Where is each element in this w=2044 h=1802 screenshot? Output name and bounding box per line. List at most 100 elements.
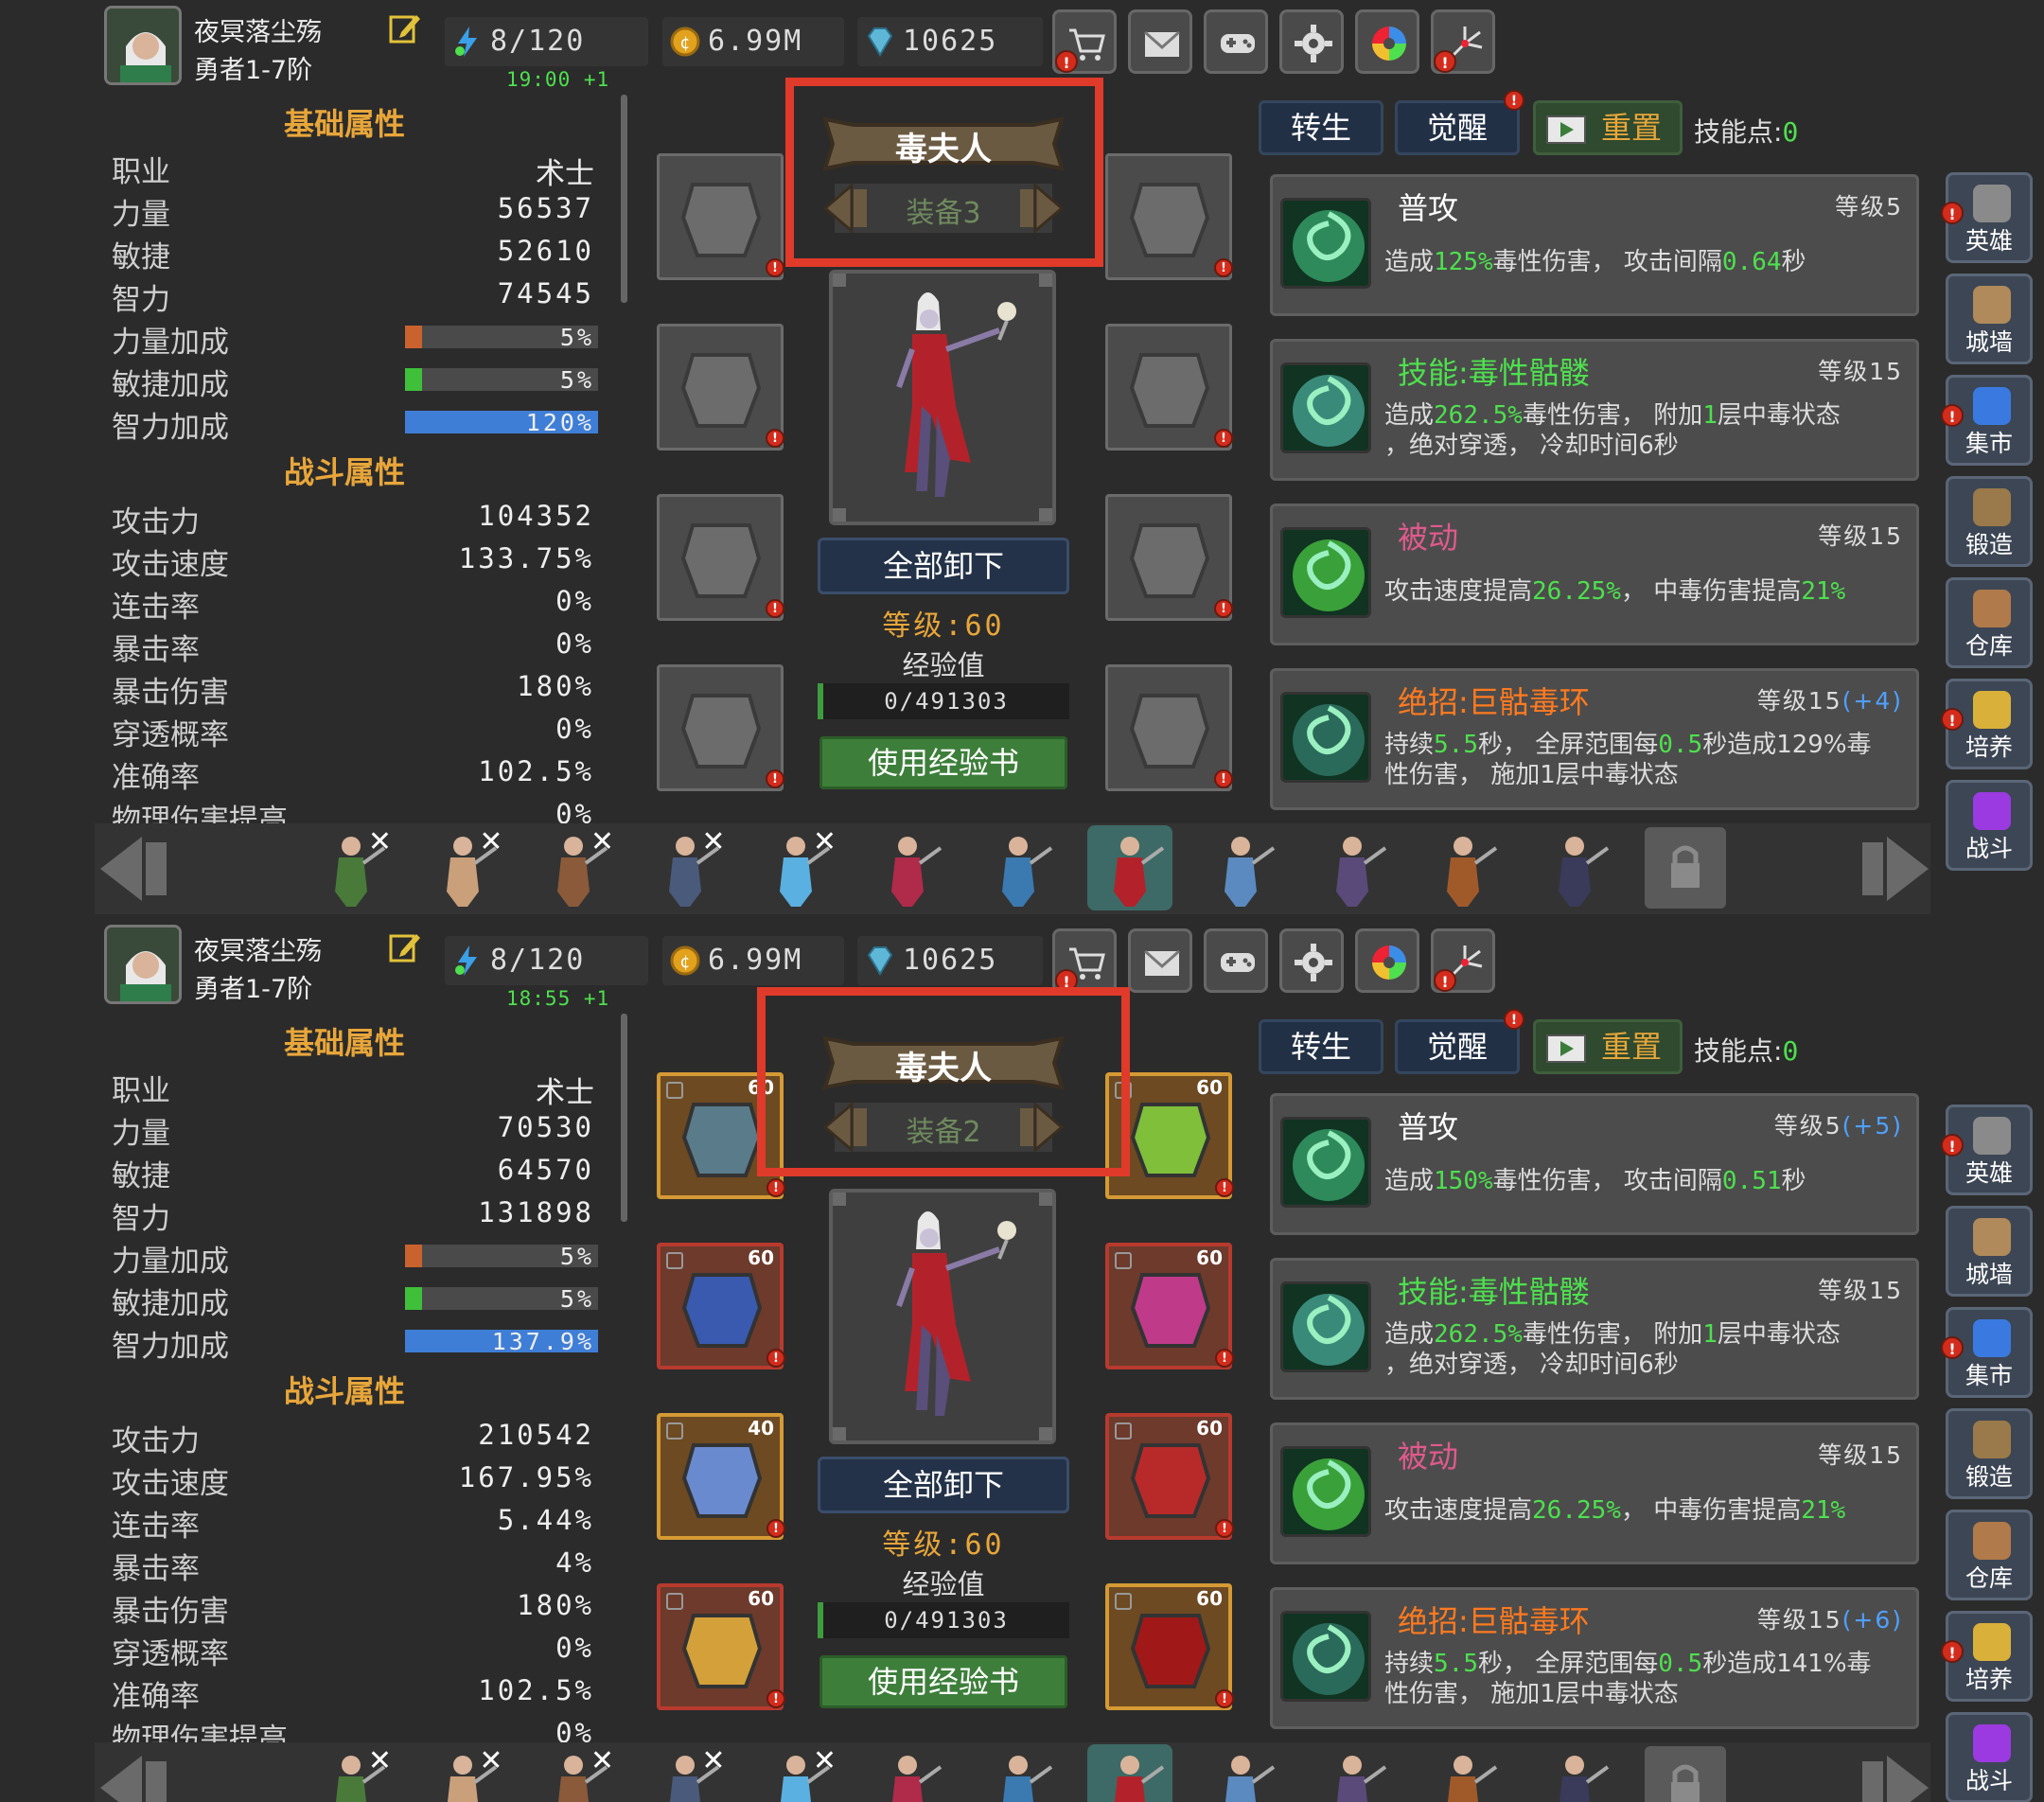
side-menu-4[interactable]: 仓库 bbox=[1946, 1510, 2033, 1600]
edit-name-icon[interactable] bbox=[388, 11, 422, 45]
tab-rebirth[interactable]: 转生 bbox=[1259, 100, 1383, 155]
side-menu-0[interactable]: 英雄! bbox=[1941, 1104, 2033, 1195]
skill-card[interactable]: 普攻 等级5(+5) 造成150%毒性伤害， 攻击间隔0.51秒 bbox=[1270, 1093, 1919, 1235]
player-avatar[interactable] bbox=[104, 6, 182, 85]
stats-scrollbar[interactable] bbox=[621, 95, 627, 303]
unequip-all-button[interactable]: 全部卸下 bbox=[818, 1457, 1069, 1513]
hero-locked-slot[interactable] bbox=[1643, 1744, 1728, 1802]
hero-beast[interactable] bbox=[1420, 1744, 1506, 1802]
skill-card[interactable]: 技能:毒性骷髅 等级15 造成262.5%毒性伤害， 附加1层中毒状态 ，绝对穿透， … bbox=[1270, 339, 1919, 481]
edit-name-icon[interactable] bbox=[388, 930, 422, 964]
side-menu-3[interactable]: 锻造 bbox=[1946, 1408, 2033, 1499]
side-menu-5[interactable]: 培养! bbox=[1941, 1611, 2033, 1702]
equip-slot-weapon[interactable]: 60! bbox=[1105, 1583, 1234, 1710]
event-button[interactable]: ! bbox=[1431, 928, 1495, 993]
roster-next-button[interactable] bbox=[1855, 1752, 1934, 1802]
hero-wizard[interactable] bbox=[1310, 1744, 1395, 1802]
tab-awaken[interactable]: 觉醒 ! bbox=[1395, 1009, 1524, 1074]
settings-button[interactable] bbox=[1279, 928, 1344, 993]
skill-card[interactable]: 技能:毒性骷髅 等级15 造成262.5%毒性伤害， 附加1层中毒状态 ，绝对穿透， … bbox=[1270, 1258, 1919, 1400]
side-menu-1[interactable]: 城墙 bbox=[1946, 274, 2033, 364]
use-exp-book-button[interactable]: 使用经验书 bbox=[819, 1655, 1067, 1708]
reset-skills-button[interactable]: 重置 bbox=[1533, 1019, 1683, 1074]
side-menu-0[interactable]: 英雄! bbox=[1941, 172, 2033, 263]
hero-ice-mage[interactable]: ✕ bbox=[753, 1744, 838, 1802]
hero-poison-lady[interactable] bbox=[1086, 825, 1172, 910]
hero-assassin[interactable] bbox=[1532, 825, 1617, 910]
color-wheel-button[interactable] bbox=[1355, 928, 1419, 993]
side-menu-label: 集市 bbox=[1965, 430, 2013, 457]
hero-archer[interactable]: ✕ bbox=[308, 825, 394, 910]
hero-gunner[interactable] bbox=[976, 1744, 1061, 1802]
hero-spirit[interactable] bbox=[1198, 825, 1283, 910]
hero-archer[interactable]: ✕ bbox=[308, 1744, 394, 1802]
side-menu-2[interactable]: 集市! bbox=[1941, 1307, 2033, 1398]
skill-card[interactable]: 绝招:巨骷毒环 等级15(+4) 持续5.5秒， 全屏范围每0.5秒造成129%毒性… bbox=[1270, 668, 1919, 810]
shop-button[interactable]: ! bbox=[1052, 928, 1117, 993]
hero-poison-lady[interactable] bbox=[1086, 1744, 1172, 1802]
settings-button[interactable] bbox=[1279, 9, 1344, 74]
side-menu-2[interactable]: 集市! bbox=[1941, 375, 2033, 466]
equip-slot-ring[interactable]: ! bbox=[1105, 494, 1233, 621]
hero-assassin[interactable] bbox=[1532, 1744, 1617, 1802]
side-alert-badge: ! bbox=[1941, 1134, 1964, 1157]
skill-card[interactable]: 被动 等级15 攻击速度提高26.25%， 中毒伤害提高21% bbox=[1270, 504, 1919, 645]
mail-button[interactable] bbox=[1128, 9, 1192, 74]
hero-spirit[interactable] bbox=[1198, 1744, 1283, 1802]
tab-rebirth[interactable]: 转生 bbox=[1259, 1019, 1383, 1074]
gamepad-button[interactable] bbox=[1204, 9, 1268, 74]
side-menu-3[interactable]: 锻造 bbox=[1946, 476, 2033, 567]
roster-next-button[interactable] bbox=[1855, 833, 1934, 905]
hero-knight[interactable]: ✕ bbox=[643, 1744, 728, 1802]
player-avatar[interactable] bbox=[104, 925, 182, 1004]
roster-prev-button[interactable] bbox=[95, 833, 174, 905]
skill-card[interactable]: 普攻 等级5 造成125%毒性伤害， 攻击间隔0.64秒 bbox=[1270, 174, 1919, 316]
color-wheel-button[interactable] bbox=[1355, 9, 1419, 74]
side-menu-1[interactable]: 城墙 bbox=[1946, 1206, 2033, 1297]
hero-barbarian[interactable]: ✕ bbox=[531, 825, 616, 910]
hero-barbarian[interactable]: ✕ bbox=[531, 1744, 616, 1802]
equip-slot-weapon[interactable]: ! bbox=[1105, 664, 1233, 791]
equip-slot-helmet[interactable]: ! bbox=[657, 153, 784, 280]
desc-part: 持续 bbox=[1384, 731, 1435, 759]
equip-slot-pants[interactable]: ! bbox=[657, 494, 784, 621]
hero-priestess[interactable] bbox=[865, 1744, 950, 1802]
gamepad-button[interactable] bbox=[1204, 928, 1268, 993]
hero-gunner[interactable] bbox=[976, 825, 1061, 910]
skill-card[interactable]: 被动 等级15 攻击速度提高26.25%， 中毒伤害提高21% bbox=[1270, 1422, 1919, 1564]
desc-part: 1 bbox=[1702, 401, 1718, 430]
tab-awaken[interactable]: 觉醒 ! bbox=[1395, 90, 1524, 155]
equip-slot-gloves[interactable]: ! bbox=[1105, 324, 1233, 450]
hero-dancer[interactable]: ✕ bbox=[420, 825, 505, 910]
reset-skills-button[interactable]: 重置 bbox=[1533, 100, 1683, 155]
equip-slot-ring[interactable]: 60! bbox=[1105, 1413, 1234, 1540]
hero-ice-mage[interactable]: ✕ bbox=[753, 825, 838, 910]
skill-card[interactable]: 绝招:巨骷毒环 等级15(+6) 持续5.5秒， 全屏范围每0.5秒造成141%毒性… bbox=[1270, 1587, 1919, 1729]
equip-slot-pants[interactable]: 40! bbox=[657, 1413, 785, 1540]
side-menu-5[interactable]: 培养! bbox=[1941, 679, 2033, 769]
side-menu-6[interactable]: 战斗 bbox=[1946, 1712, 2033, 1802]
hero-dancer[interactable]: ✕ bbox=[420, 1744, 505, 1802]
equip-slot-armor[interactable]: 60! bbox=[657, 1243, 785, 1369]
side-menu-icon bbox=[1973, 1522, 2011, 1560]
hero-priestess[interactable] bbox=[865, 825, 950, 910]
hero-knight[interactable]: ✕ bbox=[643, 825, 728, 910]
unequip-all-button[interactable]: 全部卸下 bbox=[818, 538, 1069, 594]
roster-prev-button[interactable] bbox=[95, 1752, 174, 1802]
stats-scrollbar[interactable] bbox=[621, 1014, 627, 1222]
equip-slot-boots[interactable]: 60! bbox=[657, 1583, 785, 1710]
equip-slot-armor[interactable]: ! bbox=[657, 324, 784, 450]
side-menu-4[interactable]: 仓库 bbox=[1946, 577, 2033, 668]
side-menu-6[interactable]: 战斗 bbox=[1946, 780, 2033, 871]
shop-button[interactable]: ! bbox=[1052, 9, 1117, 74]
equip-slot-necklace[interactable]: ! bbox=[1105, 153, 1233, 280]
mail-button[interactable] bbox=[1128, 928, 1192, 993]
use-exp-book-button[interactable]: 使用经验书 bbox=[819, 736, 1067, 789]
event-button[interactable]: ! bbox=[1431, 9, 1495, 74]
hero-locked-slot[interactable] bbox=[1643, 825, 1728, 910]
hero-wizard[interactable] bbox=[1310, 825, 1395, 910]
side-menu-icon bbox=[1973, 1421, 2011, 1458]
equip-slot-gloves[interactable]: 60! bbox=[1105, 1243, 1234, 1369]
hero-beast[interactable] bbox=[1420, 825, 1506, 910]
equip-slot-boots[interactable]: ! bbox=[657, 664, 784, 791]
